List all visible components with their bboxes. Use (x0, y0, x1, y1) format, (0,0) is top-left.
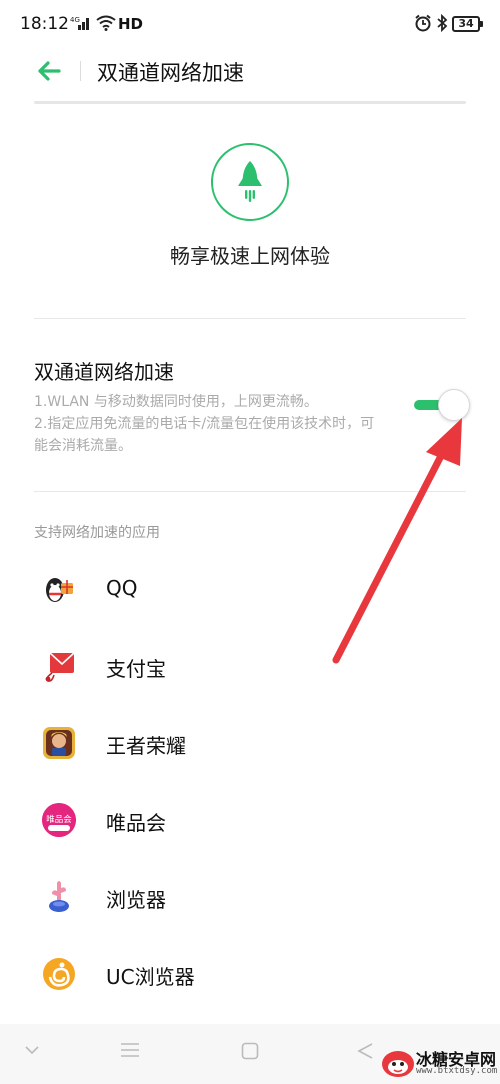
back-button[interactable] (34, 56, 64, 86)
setting-desc-line-2: 2.指定应用免流量的电话卡/流量包在使用该技术时，可能会消耗流量。 (34, 416, 375, 454)
list-item[interactable]: 浏览器 (0, 860, 500, 937)
menu-icon (121, 1043, 139, 1057)
chevron-down-icon (25, 1046, 39, 1055)
hide-nav-button[interactable] (24, 1042, 40, 1062)
back-arrow-icon (38, 61, 61, 81)
app-label: 唯品会 (106, 811, 166, 835)
section-divider (34, 491, 466, 492)
apps-section-header: 支持网络加速的应用 (34, 525, 160, 541)
vipshop-icon-text: 唯品会 (46, 814, 72, 825)
browser-app-icon (42, 880, 76, 914)
app-label: UC浏览器 (106, 965, 195, 989)
page-title: 双通道网络加速 (97, 61, 244, 85)
toggle-knob (438, 389, 470, 421)
honor-of-kings-app-icon (42, 726, 76, 760)
qq-app-icon (42, 572, 76, 606)
hero-caption: 畅享极速上网体验 (170, 244, 330, 268)
wifi-icon (96, 15, 116, 35)
title-divider (80, 61, 81, 81)
hero-badge (211, 143, 289, 221)
status-time: 18:12 (20, 14, 69, 34)
watermark: 冰糖安卓网 www.btxtdsy.com (380, 1044, 498, 1080)
setting-description: 1.WLAN 与移动数据同时使用，上网更流畅。 2.指定应用免流量的电话卡/流量… (34, 391, 384, 457)
setting-desc-line-1: 1.WLAN 与移动数据同时使用，上网更流畅。 (34, 394, 318, 410)
list-item[interactable]: 支付宝 (0, 629, 500, 706)
cell-signal-icon: 4G (70, 15, 92, 35)
battery-level: 34 (458, 17, 474, 30)
list-item[interactable]: QQ (0, 552, 500, 629)
app-label: 支付宝 (106, 657, 166, 681)
back-triangle-icon (357, 1043, 373, 1059)
svg-text:4G: 4G (70, 16, 80, 24)
app-label: 浏览器 (106, 888, 166, 912)
dual-channel-toggle[interactable] (412, 389, 470, 421)
home-button[interactable] (241, 1042, 259, 1064)
home-square-icon (241, 1042, 259, 1060)
app-label: QQ (106, 576, 138, 600)
app-label: 王者荣耀 (106, 734, 186, 758)
list-item[interactable]: 唯品会 唯品会 (0, 783, 500, 860)
watermark-logo-icon (382, 1051, 414, 1077)
list-item[interactable]: UC浏览器 (0, 937, 500, 1014)
alarm-icon (414, 14, 432, 36)
rocket-icon (238, 161, 262, 202)
status-bar: 18:12 4G HD 34 (0, 0, 500, 48)
menu-button[interactable] (120, 1042, 140, 1062)
list-item[interactable]: 王者荣耀 (0, 706, 500, 783)
alipay-app-icon (42, 649, 76, 683)
watermark-url: www.btxtdsy.com (416, 1066, 498, 1076)
section-divider (34, 318, 466, 319)
bluetooth-icon (436, 13, 448, 36)
uc-browser-app-icon (42, 957, 76, 991)
battery-icon: 34 (452, 16, 483, 32)
back-nav-button[interactable] (356, 1042, 374, 1064)
setting-title: 双通道网络加速 (34, 360, 174, 384)
network-type-label: HD (118, 15, 144, 33)
vipshop-app-icon: 唯品会 (42, 803, 76, 837)
header-shadow (34, 101, 466, 104)
title-bar: 双通道网络加速 (0, 48, 500, 98)
